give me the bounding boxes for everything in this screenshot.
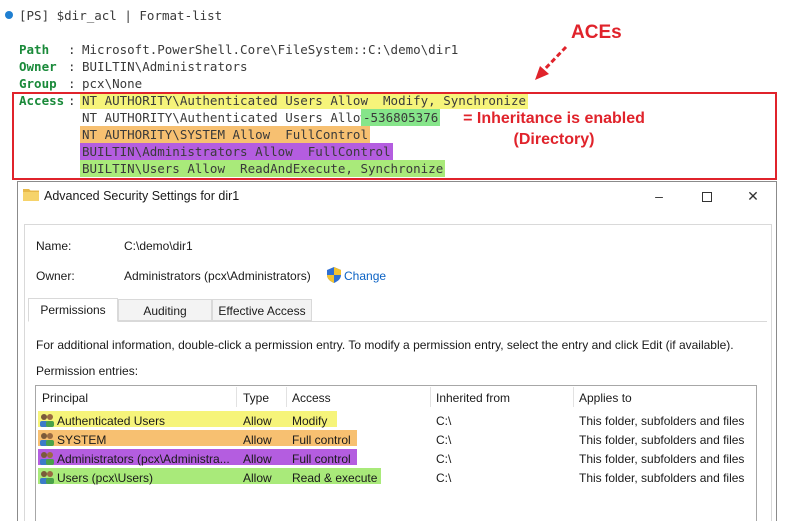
applies-to-cell: This folder, subfolders and files (579, 414, 745, 428)
title-bar[interactable]: Advanced Security Settings for dir1 – ✕ (18, 182, 776, 210)
name-value[interactable]: C:\demo\dir1 (124, 239, 193, 253)
uac-shield-icon (327, 267, 341, 283)
column-header-applies-to[interactable]: Applies to (579, 386, 632, 408)
inheritance-annotation: = Inheritance is enabled (Directory) (444, 108, 664, 150)
column-header-principal[interactable]: Principal (42, 386, 88, 408)
permission-entries-label: Permission entries: (36, 364, 139, 378)
inheritance-annotation-line1: = Inheritance is enabled (463, 110, 645, 127)
owner-value: Administrators (pcx\Administrators) (124, 269, 311, 283)
owner-key: Owner (19, 59, 57, 74)
inheritance-annotation-line2: (Directory) (513, 131, 595, 148)
path-value: Microsoft.PowerShell.Core\FileSystem::C:… (82, 42, 459, 57)
principal-cell: Users (pcx\Users) (57, 471, 154, 485)
type-cell: Allow (243, 433, 272, 447)
access-cell: Read & execute (292, 471, 378, 485)
maximize-icon (702, 192, 712, 202)
access-cell: Full control (292, 452, 351, 466)
inherited-from-cell: C:\ (436, 433, 452, 447)
users-group-icon (40, 433, 54, 446)
change-owner-link[interactable]: Change (344, 269, 386, 283)
group-key: Group (19, 76, 57, 91)
tab-strip-divider (28, 321, 767, 322)
table-row[interactable]: Administrators (pcx\Administra... Allow … (36, 449, 756, 468)
tab-effective-access[interactable]: Effective Access (212, 299, 312, 321)
column-divider[interactable] (236, 387, 237, 407)
minimize-button[interactable]: – (637, 184, 681, 208)
applies-to-cell: This folder, subfolders and files (579, 471, 745, 485)
users-group-icon (40, 414, 54, 427)
table-row[interactable]: Users (pcx\Users) Allow Read & execute C… (36, 468, 756, 487)
type-cell: Allow (243, 414, 272, 428)
path-colon: : (68, 42, 76, 57)
access-cell: Full control (292, 433, 351, 447)
type-cell: Allow (243, 471, 272, 485)
owner-value: BUILTIN\Administrators (82, 59, 248, 74)
command-line: [PS] $dir_acl | Format-list (19, 8, 223, 23)
type-cell: Allow (243, 452, 272, 466)
advanced-security-settings-window: Advanced Security Settings for dir1 – ✕ … (17, 181, 777, 521)
owner-colon: : (68, 59, 76, 74)
column-header-inherited-from[interactable]: Inherited from (436, 386, 510, 408)
aces-annotation: ACEs (571, 22, 622, 43)
tab-auditing[interactable]: Auditing (118, 299, 212, 321)
principal-cell: SYSTEM (57, 433, 107, 447)
path-key: Path (19, 42, 50, 57)
group-value: pcx\None (82, 76, 143, 91)
window-title: Advanced Security Settings for dir1 (44, 189, 240, 203)
applies-to-cell: This folder, subfolders and files (579, 452, 745, 466)
name-label: Name: (36, 239, 72, 253)
info-text: For additional information, double-click… (36, 338, 734, 352)
maximize-button[interactable] (685, 184, 729, 208)
close-button[interactable]: ✕ (731, 184, 775, 208)
access-cell: Modify (292, 414, 328, 428)
users-group-icon (40, 452, 54, 465)
principal-cell: Authenticated Users (57, 414, 166, 428)
users-group-icon (40, 471, 54, 484)
column-divider[interactable] (286, 387, 287, 407)
permission-entries-list[interactable]: Principal Type Access Inherited from App… (35, 385, 757, 521)
table-row[interactable]: SYSTEM Allow Full control C:\ This folde… (36, 430, 756, 449)
column-divider[interactable] (430, 387, 431, 407)
inherited-from-cell: C:\ (436, 414, 452, 428)
inherited-from-cell: C:\ (436, 471, 452, 485)
table-row[interactable]: Authenticated Users Allow Modify C:\ Thi… (36, 411, 756, 430)
prompt-bullet-icon (5, 11, 13, 19)
close-icon: ✕ (747, 188, 759, 204)
powershell-console: [PS] $dir_acl | Format-list Path : Micro… (0, 0, 788, 185)
column-header-type[interactable]: Type (243, 386, 269, 408)
column-divider[interactable] (573, 387, 574, 407)
principal-cell: Administrators (pcx\Administra... (57, 452, 230, 466)
tab-permissions[interactable]: Permissions (28, 298, 118, 322)
dialog-panel: Name: C:\demo\dir1 Owner: Administrators… (24, 224, 772, 521)
group-colon: : (68, 76, 76, 91)
owner-label: Owner: (36, 269, 75, 283)
inherited-from-cell: C:\ (436, 452, 452, 466)
minimize-icon: – (655, 188, 663, 204)
applies-to-cell: This folder, subfolders and files (579, 433, 745, 447)
annotation-arrow-icon (535, 45, 568, 80)
column-header-access[interactable]: Access (292, 386, 331, 408)
folder-icon (23, 189, 39, 201)
